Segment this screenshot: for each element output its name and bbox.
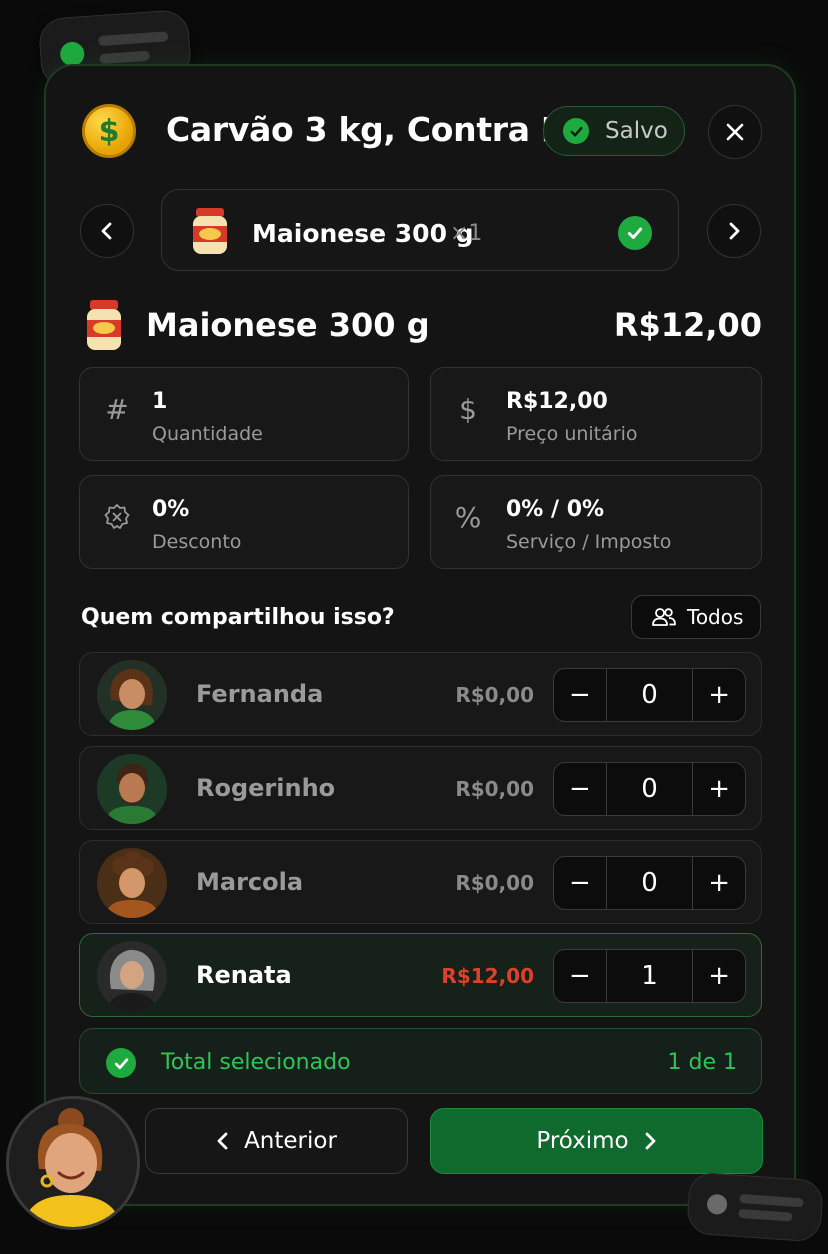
- close-icon: [726, 123, 744, 141]
- coin-icon: $: [82, 104, 136, 158]
- users-icon: [652, 608, 676, 626]
- bottom-status-pill: [686, 1171, 824, 1243]
- unit-price-caption: Preço unitário: [506, 423, 638, 445]
- hash-icon: #: [105, 392, 129, 426]
- chevron-left-icon: [101, 222, 112, 240]
- product-name: Maionese 300 g: [146, 306, 430, 344]
- percent-icon: %: [454, 500, 482, 534]
- avatar: [97, 754, 167, 824]
- unit-price-card[interactable]: $ R$12,00 Preço unitário: [430, 367, 762, 461]
- person-row-renata[interactable]: Renata R$12,00 − 1 +: [79, 933, 762, 1017]
- previous-item-button[interactable]: [80, 204, 134, 258]
- person-amount: R$0,00: [455, 777, 534, 801]
- check-icon: [106, 1048, 136, 1078]
- decrement-button[interactable]: −: [554, 763, 606, 815]
- quantity-card[interactable]: # 1 Quantidade: [79, 367, 409, 461]
- status-dot: [59, 41, 86, 67]
- person-name: Fernanda: [196, 680, 324, 708]
- service-tax-caption: Serviço / Imposto: [506, 531, 672, 553]
- next-item-button[interactable]: [707, 204, 761, 258]
- discount-badge-icon: [102, 502, 132, 532]
- chevron-right-icon: [645, 1132, 656, 1150]
- close-button[interactable]: [708, 105, 762, 159]
- previous-button[interactable]: Anterior: [145, 1108, 408, 1174]
- service-tax-value: 0% / 0%: [506, 497, 605, 522]
- quantity-stepper: − 0 +: [553, 762, 746, 816]
- person-amount: R$12,00: [441, 964, 534, 988]
- share-count: 0: [605, 763, 694, 815]
- quantity-stepper: − 0 +: [553, 856, 746, 910]
- increment-button[interactable]: +: [693, 669, 745, 721]
- item-complete-check-icon: [618, 216, 652, 250]
- avatar: [97, 660, 167, 730]
- check-icon: [563, 118, 589, 144]
- share-question: Quem compartilhou isso?: [81, 605, 395, 630]
- person-name: Renata: [196, 961, 292, 989]
- select-all-label: Todos: [687, 605, 744, 629]
- person-row-rogerinho[interactable]: Rogerinho R$0,00 − 0 +: [79, 746, 762, 830]
- service-tax-card[interactable]: % 0% / 0% Serviço / Imposto: [430, 475, 762, 569]
- discount-card[interactable]: 0% Desconto: [79, 475, 409, 569]
- discount-caption: Desconto: [152, 531, 242, 553]
- current-item-name: Maionese 300 g: [252, 219, 474, 248]
- person-row-marcola[interactable]: Marcola R$0,00 − 0 +: [79, 840, 762, 924]
- quantity-stepper: − 1 +: [553, 949, 746, 1003]
- quantity-stepper: − 0 +: [553, 668, 746, 722]
- previous-label: Anterior: [244, 1128, 337, 1154]
- discount-value: 0%: [152, 497, 190, 522]
- person-amount: R$0,00: [455, 683, 534, 707]
- avatar: [97, 941, 167, 1011]
- person-name: Marcola: [196, 868, 304, 896]
- person-name: Rogerinho: [196, 774, 336, 802]
- saved-badge[interactable]: Salvo: [543, 106, 685, 156]
- share-count: 0: [605, 669, 694, 721]
- next-label: Próximo: [536, 1128, 629, 1154]
- increment-button[interactable]: +: [693, 857, 745, 909]
- increment-button[interactable]: +: [693, 763, 745, 815]
- decrement-button[interactable]: −: [554, 857, 606, 909]
- chevron-right-icon: [729, 222, 740, 240]
- mayonnaise-jar-icon: [193, 208, 227, 254]
- current-user-avatar[interactable]: [6, 1096, 140, 1230]
- chevron-left-icon: [217, 1132, 228, 1150]
- increment-button[interactable]: +: [693, 950, 745, 1002]
- person-amount: R$0,00: [455, 871, 534, 895]
- unit-price-value: R$12,00: [506, 389, 608, 414]
- select-all-button[interactable]: Todos: [631, 595, 761, 639]
- product-jar-icon: [87, 300, 121, 350]
- next-button[interactable]: Próximo: [430, 1108, 763, 1174]
- quantity-value: 1: [152, 389, 168, 414]
- total-selected-bar: Total selecionado 1 de 1: [79, 1028, 762, 1094]
- decrement-button[interactable]: −: [554, 669, 606, 721]
- total-label: Total selecionado: [161, 1050, 351, 1075]
- saved-label: Salvo: [605, 118, 668, 144]
- product-price: R$12,00: [613, 306, 762, 344]
- share-count: 0: [605, 857, 694, 909]
- dollar-icon: $: [459, 392, 477, 426]
- avatar: [97, 848, 167, 918]
- current-item-qty: ×1: [450, 221, 483, 246]
- decrement-button[interactable]: −: [554, 950, 606, 1002]
- share-count: 1: [605, 950, 694, 1002]
- person-row-fernanda[interactable]: Fernanda R$0,00 − 0 +: [79, 652, 762, 736]
- total-count: 1 de 1: [667, 1050, 737, 1075]
- quantity-caption: Quantidade: [152, 423, 263, 445]
